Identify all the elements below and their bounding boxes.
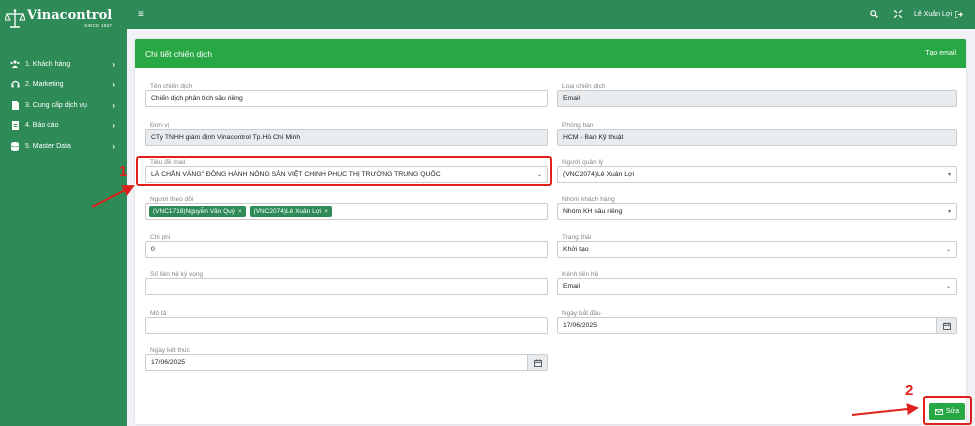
sidebar: Vinacontrol SINCE 1957 1. Khách hàng › 2…	[0, 0, 127, 426]
followers-group: Người theo dõi (VNC1718)Nguyễn Văn Quý × …	[145, 196, 548, 220]
description-label: Mô tả	[150, 310, 167, 317]
campaign-name-group: Tên chiến dịch Chiến dịch phân tích sầu …	[145, 83, 548, 107]
card-header: Chi tiết chiến dịch Tạo email	[135, 39, 966, 68]
user-menu[interactable]: Lê Xuân Lợi	[914, 11, 963, 18]
manager-group: Người quản lý (VNC2074)Lê Xuân Lợi ▾	[557, 159, 957, 183]
edit-button-label: Sửa	[945, 408, 960, 415]
document-icon	[10, 100, 20, 110]
chevron-right-icon: ›	[112, 80, 115, 90]
sidebar-item-label: 3. Cung cấp dịch vụ	[25, 101, 87, 109]
follower-tag[interactable]: (VNC1718)Nguyễn Văn Quý ×	[149, 206, 246, 217]
followers-multiselect[interactable]: (VNC1718)Nguyễn Văn Quý × (VNC2074)Lê Xuâ…	[145, 203, 548, 220]
department-field: HCM - Ban Kỹ thuật	[557, 129, 957, 146]
manager-select[interactable]: (VNC2074)Lê Xuân Lợi ▾	[557, 166, 957, 183]
headset-icon	[10, 80, 20, 89]
sidebar-item-customers[interactable]: 1. Khách hàng ›	[0, 54, 127, 75]
calendar-icon[interactable]	[936, 318, 956, 333]
campaign-detail-card: Chi tiết chiến dịch Tạo email Tên chiến …	[135, 39, 966, 424]
unit-label: Đơn vị	[150, 122, 170, 129]
sidebar-item-label: 4. Báo cáo	[25, 122, 59, 130]
unit-field: CTy TNHH giám định Vinacontrol Tp.Hồ Chí…	[145, 129, 548, 146]
status-select[interactable]: Khởi tạo ⌄	[557, 241, 957, 258]
chevron-down-icon: ⌄	[536, 172, 542, 178]
expected-contacts-label: Số liên hệ kỳ vọng	[150, 271, 204, 278]
scales-icon	[4, 8, 26, 30]
email-subject-group: Tiêu đề mail LÁ CHẮN VÀNG" ĐỒNG HÀNH NÔN…	[145, 159, 548, 183]
brand-name: Vinacontrol	[27, 8, 113, 23]
dropdown-arrow-icon: ▾	[947, 209, 951, 215]
sidebar-item-label: 5. Master Data	[25, 142, 71, 150]
annotation-number-1: 1	[119, 163, 128, 180]
cost-group: Chi phí 0	[145, 234, 548, 258]
campaign-name-input[interactable]: Chiến dịch phân tích sầu riêng	[145, 90, 548, 107]
chevron-right-icon: ›	[112, 100, 115, 110]
start-date-input[interactable]: 17/06/2025	[557, 317, 957, 334]
remove-tag-icon[interactable]: ×	[238, 209, 242, 215]
campaign-name-label: Tên chiến dịch	[150, 83, 193, 90]
description-group: Mô tả	[145, 310, 548, 334]
dropdown-arrow-icon: ▾	[947, 172, 951, 178]
status-group: Trạng thái Khởi tạo ⌄	[557, 234, 957, 258]
search-icon[interactable]	[862, 9, 886, 20]
chevron-down-icon: ⌄	[945, 247, 951, 253]
customer-group-select[interactable]: Nhóm KH sầu riêng ▾	[557, 203, 957, 220]
customer-group-label: Nhóm khách hàng	[562, 196, 615, 203]
logout-icon[interactable]	[955, 11, 963, 18]
user-name: Lê Xuân Lợi	[913, 11, 952, 18]
calendar-icon[interactable]	[527, 355, 547, 370]
expected-contacts-input[interactable]	[145, 278, 548, 295]
contact-channel-select[interactable]: Email ⌄	[557, 278, 957, 295]
description-input[interactable]	[145, 317, 548, 334]
report-icon	[10, 121, 20, 131]
main-content: Chi tiết chiến dịch Tạo email Tên chiến …	[127, 29, 975, 426]
campaign-type-field: Email	[557, 90, 957, 107]
contact-channel-label: Kênh liên hệ	[562, 271, 599, 278]
sidebar-item-reports[interactable]: 4. Báo cáo ›	[0, 116, 127, 137]
cost-label: Chi phí	[150, 234, 171, 241]
cost-input[interactable]: 0	[145, 241, 548, 258]
edit-button[interactable]: Sửa	[929, 403, 965, 420]
fullscreen-icon[interactable]	[886, 9, 910, 20]
department-group: Phòng ban HCM - Ban Kỹ thuật	[557, 122, 957, 146]
sidebar-item-master-data[interactable]: 5. Master Data ›	[0, 136, 127, 157]
status-label: Trạng thái	[562, 234, 592, 241]
start-date-label: Ngày bắt đầu	[562, 310, 601, 317]
campaign-type-label: Loại chiến dịch	[562, 83, 606, 90]
sidebar-item-label: 1. Khách hàng	[25, 60, 71, 68]
top-bar: ≡ Lê Xuân Lợi	[127, 0, 975, 29]
database-icon	[10, 141, 20, 151]
sidebar-nav: 1. Khách hàng › 2. Marketing › 3. Cung c…	[0, 54, 127, 157]
campaign-type-group: Loại chiến dịch Email	[557, 83, 957, 107]
hamburger-icon[interactable]: ≡	[138, 9, 144, 20]
users-icon	[10, 60, 20, 69]
follower-tag[interactable]: (VNC2074)Lê Xuân Lợi ×	[249, 206, 332, 217]
end-date-input[interactable]: 17/06/2025	[145, 354, 548, 371]
unit-group: Đơn vị CTy TNHH giám định Vinacontrol Tp…	[145, 122, 548, 146]
sidebar-item-marketing[interactable]: 2. Marketing ›	[0, 75, 127, 96]
chevron-right-icon: ›	[112, 59, 115, 69]
end-date-label: Ngày kết thúc	[150, 347, 190, 354]
page-title: Chi tiết chiến dịch	[145, 48, 213, 59]
end-date-group: Ngày kết thúc 17/06/2025	[145, 347, 548, 371]
contact-channel-group: Kênh liên hệ Email ⌄	[557, 271, 957, 295]
envelope-icon	[934, 408, 943, 415]
email-subject-label: Tiêu đề mail	[150, 159, 186, 166]
sidebar-item-label: 2. Marketing	[25, 81, 64, 89]
chevron-right-icon: ›	[112, 141, 115, 151]
brand-tagline: SINCE 1957	[84, 23, 113, 28]
chevron-right-icon: ›	[112, 121, 115, 131]
customer-group-group: Nhóm khách hàng Nhóm KH sầu riêng ▾	[557, 196, 957, 220]
brand-logo[interactable]: Vinacontrol SINCE 1957	[0, 0, 127, 37]
remove-tag-icon[interactable]: ×	[324, 209, 328, 215]
sidebar-item-services[interactable]: 3. Cung cấp dịch vụ ›	[0, 95, 127, 116]
email-subject-select[interactable]: LÁ CHẮN VÀNG" ĐỒNG HÀNH NÔNG SẢN VIỆT CH…	[145, 166, 548, 183]
start-date-group: Ngày bắt đầu 17/06/2025	[557, 310, 957, 334]
chevron-down-icon: ⌄	[945, 284, 951, 290]
manager-label: Người quản lý	[562, 159, 604, 166]
department-label: Phòng ban	[562, 122, 594, 129]
expected-contacts-group: Số liên hệ kỳ vọng	[145, 271, 548, 295]
annotation-number-2: 2	[905, 382, 914, 399]
followers-label: Người theo dõi	[150, 196, 194, 203]
create-email-link[interactable]: Tạo email	[925, 50, 956, 57]
